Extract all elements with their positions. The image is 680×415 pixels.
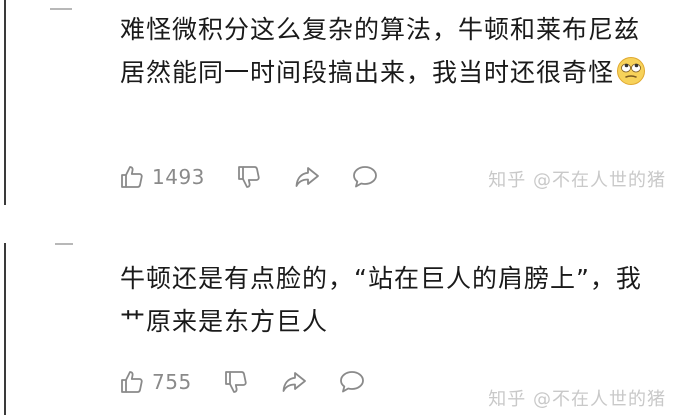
dislike-button[interactable] [235,163,263,191]
thumbs-up-icon [121,166,143,188]
watermark: 知乎 @不在人世的猪 [488,389,666,410]
comment-text: 牛顿还是有点脸的，“站在巨人的肩膀上”，我艹原来是东方巨人 [120,264,642,336]
share-icon [295,167,319,187]
comment-body: 难怪微积分这么复杂的算法，牛顿和莱布尼兹居然能同一时间段搞出来，我当时还很奇怪 [120,15,641,87]
comment-actions: 755 [118,365,396,399]
comment-item: 牛顿还是有点脸的，“站在巨人的肩膀上”，我艹原来是东方巨人 755 知乎 @不在… [0,235,680,415]
share-button[interactable] [293,163,321,191]
thumbs-up-icon [121,371,143,393]
dislike-button[interactable] [222,368,250,396]
thumbs-down-icon [224,371,247,393]
like-count: 1493 [152,165,205,189]
like-button[interactable]: 755 [118,368,192,396]
divider [55,243,73,245]
comment-actions: 1493 [118,160,409,194]
comment-text: 难怪微积分这么复杂的算法，牛顿和莱布尼兹居然能同一时间段搞出来，我当时还很奇怪 [120,8,665,94]
comment-bubble-icon [339,371,364,393]
reply-button[interactable] [338,368,366,396]
comment-thread: 难怪微积分这么复杂的算法，牛顿和莱布尼兹居然能同一时间段搞出来，我当时还很奇怪 … [0,0,680,415]
share-icon [282,372,306,392]
share-button[interactable] [280,368,308,396]
like-button[interactable]: 1493 [118,163,205,191]
thread-line [4,243,6,415]
like-count: 755 [152,370,192,394]
comment-bubble-icon [353,166,377,188]
watermark: 知乎 @不在人世的猪 [488,170,666,191]
reply-button[interactable] [351,163,379,191]
thread-line [4,0,6,205]
rolling-eyes-emoji [617,57,646,85]
comment-item: 难怪微积分这么复杂的算法，牛顿和莱布尼兹居然能同一时间段搞出来，我当时还很奇怪 … [0,0,680,205]
divider [50,8,72,10]
thumbs-down-icon [238,166,260,188]
